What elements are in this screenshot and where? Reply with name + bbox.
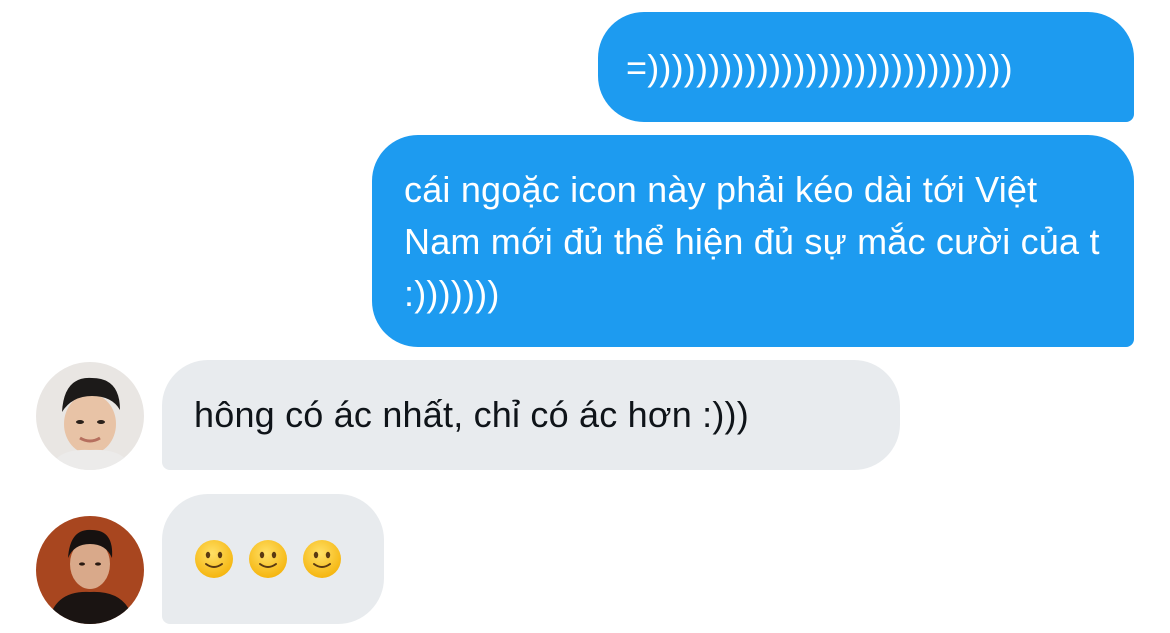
sent-message-bubble[interactable]: =)))))))))))))))))))))))))))))) <box>598 12 1134 122</box>
sent-message-bubble[interactable]: cái ngoặc icon này phải kéo dài tới Việt… <box>372 135 1134 347</box>
message-thread: =)))))))))))))))))))))))))))))) cái ngoặ… <box>0 0 1170 633</box>
avatar-photo-icon <box>36 362 144 470</box>
sender-avatar[interactable] <box>36 362 144 470</box>
received-message-bubble[interactable]: hông có ác nhất, chỉ có ác hơn :))) <box>162 360 900 470</box>
slightly-smiling-face-icon <box>303 540 341 578</box>
avatar-photo-icon <box>36 516 144 624</box>
received-emoji-message[interactable] <box>162 494 384 624</box>
slightly-smiling-face-icon <box>195 540 233 578</box>
sender-avatar[interactable] <box>36 516 144 624</box>
slightly-smiling-face-icon <box>249 540 287 578</box>
